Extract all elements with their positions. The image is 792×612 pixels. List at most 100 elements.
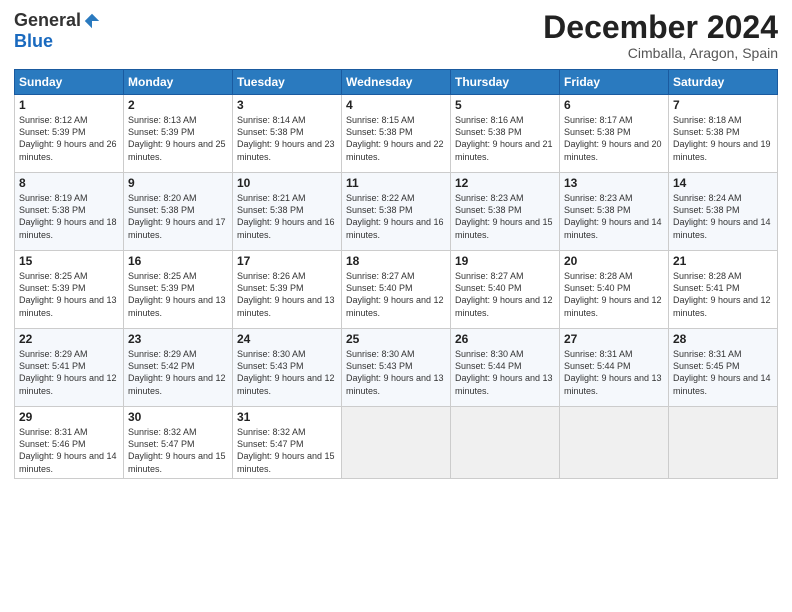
calendar-cell: 26 Sunrise: 8:30 AMSunset: 5:44 PMDayligh… — [451, 329, 560, 407]
day-number: 19 — [455, 254, 555, 268]
calendar-cell — [342, 407, 451, 479]
day-number: 26 — [455, 332, 555, 346]
cell-content: Sunrise: 8:32 AMSunset: 5:47 PMDaylight:… — [237, 426, 337, 475]
day-number: 16 — [128, 254, 228, 268]
calendar-cell: 23 Sunrise: 8:29 AMSunset: 5:42 PMDayligh… — [124, 329, 233, 407]
day-number: 7 — [673, 98, 773, 112]
calendar-cell — [669, 407, 778, 479]
day-number: 24 — [237, 332, 337, 346]
cell-content: Sunrise: 8:30 AMSunset: 5:43 PMDaylight:… — [346, 348, 446, 397]
day-number: 8 — [19, 176, 119, 190]
cell-content: Sunrise: 8:25 AMSunset: 5:39 PMDaylight:… — [128, 270, 228, 319]
day-number: 25 — [346, 332, 446, 346]
day-number: 23 — [128, 332, 228, 346]
day-number: 22 — [19, 332, 119, 346]
calendar-cell: 20 Sunrise: 8:28 AMSunset: 5:40 PMDayligh… — [560, 251, 669, 329]
day-number: 3 — [237, 98, 337, 112]
cell-content: Sunrise: 8:14 AMSunset: 5:38 PMDaylight:… — [237, 114, 337, 163]
calendar-header-row: Sunday Monday Tuesday Wednesday Thursday… — [15, 70, 778, 95]
calendar-cell: 22 Sunrise: 8:29 AMSunset: 5:41 PMDayligh… — [15, 329, 124, 407]
calendar-cell: 17Sunrise: 8:26 AMSunset: 5:39 PMDayligh… — [233, 251, 342, 329]
calendar-cell: 19 Sunrise: 8:27 AMSunset: 5:40 PMDayligh… — [451, 251, 560, 329]
calendar-cell: 6 Sunrise: 8:17 AMSunset: 5:38 PMDaylight… — [560, 95, 669, 173]
day-number: 6 — [564, 98, 664, 112]
cell-content: Sunrise: 8:32 AMSunset: 5:47 PMDaylight:… — [128, 426, 228, 475]
day-number: 28 — [673, 332, 773, 346]
col-monday: Monday — [124, 70, 233, 95]
day-number: 27 — [564, 332, 664, 346]
calendar-cell: 11Sunrise: 8:22 AMSunset: 5:38 PMDayligh… — [342, 173, 451, 251]
calendar-cell: 25 Sunrise: 8:30 AMSunset: 5:43 PMDayligh… — [342, 329, 451, 407]
logo-blue: Blue — [14, 31, 53, 52]
calendar-cell: 4 Sunrise: 8:15 AMSunset: 5:38 PMDaylight… — [342, 95, 451, 173]
day-number: 2 — [128, 98, 228, 112]
calendar-cell: 10 Sunrise: 8:21 AMSunset: 5:38 PMDayligh… — [233, 173, 342, 251]
calendar-cell: 16 Sunrise: 8:25 AMSunset: 5:39 PMDayligh… — [124, 251, 233, 329]
col-saturday: Saturday — [669, 70, 778, 95]
cell-content: Sunrise: 8:25 AMSunset: 5:39 PMDaylight:… — [19, 270, 119, 319]
cell-content: Sunrise: 8:19 AMSunset: 5:38 PMDaylight:… — [19, 192, 119, 241]
day-number: 31 — [237, 410, 337, 424]
cell-content: Sunrise: 8:17 AMSunset: 5:38 PMDaylight:… — [564, 114, 664, 163]
calendar-cell: 3 Sunrise: 8:14 AMSunset: 5:38 PMDaylight… — [233, 95, 342, 173]
day-number: 21 — [673, 254, 773, 268]
calendar-cell: 29Sunrise: 8:31 AMSunset: 5:46 PMDayligh… — [15, 407, 124, 479]
logo-text: General — [14, 10, 101, 31]
col-sunday: Sunday — [15, 70, 124, 95]
day-number: 29 — [19, 410, 119, 424]
cell-content: Sunrise: 8:20 AMSunset: 5:38 PMDaylight:… — [128, 192, 228, 241]
calendar-cell: 15 Sunrise: 8:25 AMSunset: 5:39 PMDayligh… — [15, 251, 124, 329]
calendar: Sunday Monday Tuesday Wednesday Thursday… — [14, 69, 778, 479]
col-tuesday: Tuesday — [233, 70, 342, 95]
day-number: 20 — [564, 254, 664, 268]
title-section: December 2024 Cimballa, Aragon, Spain — [543, 10, 778, 61]
day-number: 1 — [19, 98, 119, 112]
cell-content: Sunrise: 8:15 AMSunset: 5:38 PMDaylight:… — [346, 114, 446, 163]
header: General Blue December 2024 Cimballa, Ara… — [14, 10, 778, 61]
calendar-cell: 9 Sunrise: 8:20 AMSunset: 5:38 PMDaylight… — [124, 173, 233, 251]
cell-content: Sunrise: 8:27 AMSunset: 5:40 PMDaylight:… — [455, 270, 555, 319]
cell-content: Sunrise: 8:27 AMSunset: 5:40 PMDaylight:… — [346, 270, 446, 319]
cell-content: Sunrise: 8:30 AMSunset: 5:44 PMDaylight:… — [455, 348, 555, 397]
day-number: 15 — [19, 254, 119, 268]
cell-content: Sunrise: 8:29 AMSunset: 5:42 PMDaylight:… — [128, 348, 228, 397]
calendar-cell: 30 Sunrise: 8:32 AMSunset: 5:47 PMDayligh… — [124, 407, 233, 479]
calendar-cell: 14Sunrise: 8:24 AMSunset: 5:38 PMDayligh… — [669, 173, 778, 251]
logo-general: General — [14, 10, 81, 31]
calendar-cell: 2 Sunrise: 8:13 AMSunset: 5:39 PMDaylight… — [124, 95, 233, 173]
cell-content: Sunrise: 8:16 AMSunset: 5:38 PMDaylight:… — [455, 114, 555, 163]
calendar-cell: 7 Sunrise: 8:18 AMSunset: 5:38 PMDaylight… — [669, 95, 778, 173]
cell-content: Sunrise: 8:23 AMSunset: 5:38 PMDaylight:… — [455, 192, 555, 241]
calendar-cell: 18 Sunrise: 8:27 AMSunset: 5:40 PMDayligh… — [342, 251, 451, 329]
day-number: 10 — [237, 176, 337, 190]
day-number: 4 — [346, 98, 446, 112]
cell-content: Sunrise: 8:21 AMSunset: 5:38 PMDaylight:… — [237, 192, 337, 241]
calendar-cell — [451, 407, 560, 479]
calendar-cell: 13Sunrise: 8:23 AMSunset: 5:38 PMDayligh… — [560, 173, 669, 251]
col-wednesday: Wednesday — [342, 70, 451, 95]
calendar-cell: 24Sunrise: 8:30 AMSunset: 5:43 PMDayligh… — [233, 329, 342, 407]
cell-content: Sunrise: 8:28 AMSunset: 5:40 PMDaylight:… — [564, 270, 664, 319]
page-container: General Blue December 2024 Cimballa, Ara… — [0, 0, 792, 612]
logo-icon — [83, 12, 101, 30]
calendar-cell — [560, 407, 669, 479]
day-number: 17 — [237, 254, 337, 268]
cell-content: Sunrise: 8:29 AMSunset: 5:41 PMDaylight:… — [19, 348, 119, 397]
col-friday: Friday — [560, 70, 669, 95]
day-number: 18 — [346, 254, 446, 268]
calendar-cell: 8 Sunrise: 8:19 AMSunset: 5:38 PMDaylight… — [15, 173, 124, 251]
day-number: 30 — [128, 410, 228, 424]
col-thursday: Thursday — [451, 70, 560, 95]
cell-content: Sunrise: 8:31 AMSunset: 5:44 PMDaylight:… — [564, 348, 664, 397]
cell-content: Sunrise: 8:13 AMSunset: 5:39 PMDaylight:… — [128, 114, 228, 163]
day-number: 9 — [128, 176, 228, 190]
calendar-cell: 27 Sunrise: 8:31 AMSunset: 5:44 PMDayligh… — [560, 329, 669, 407]
logo: General Blue — [14, 10, 101, 52]
calendar-cell: 28Sunrise: 8:31 AMSunset: 5:45 PMDayligh… — [669, 329, 778, 407]
month-title: December 2024 — [543, 10, 778, 45]
cell-content: Sunrise: 8:28 AMSunset: 5:41 PMDaylight:… — [673, 270, 773, 319]
calendar-cell: 31 Sunrise: 8:32 AMSunset: 5:47 PMDayligh… — [233, 407, 342, 479]
day-number: 5 — [455, 98, 555, 112]
cell-content: Sunrise: 8:18 AMSunset: 5:38 PMDaylight:… — [673, 114, 773, 163]
location: Cimballa, Aragon, Spain — [543, 45, 778, 61]
